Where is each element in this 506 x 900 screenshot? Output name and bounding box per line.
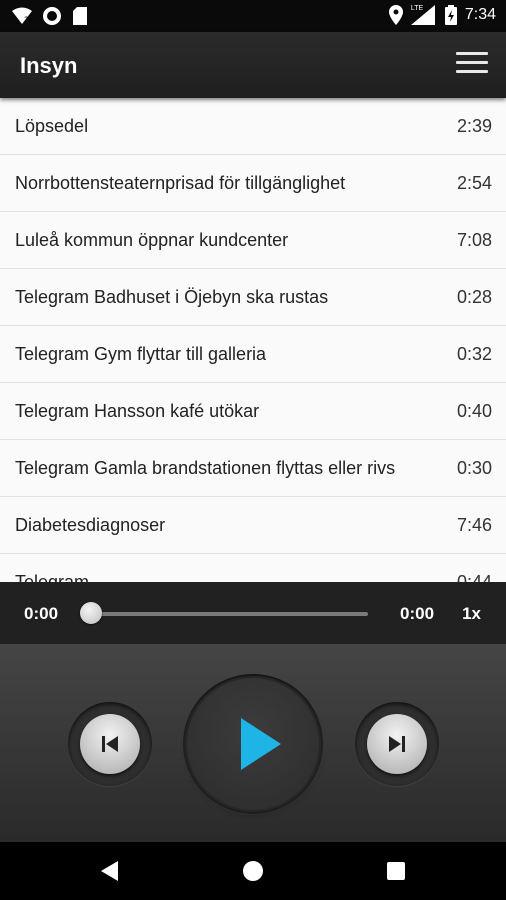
track-list[interactable]: Löpsedel 2:39 Norrbottensteaternprisad f… <box>0 98 506 582</box>
seek-thumb[interactable] <box>80 602 102 624</box>
track-duration: 7:46 <box>456 515 492 535</box>
track-title: Telegram Hansson kafé utökar <box>15 401 260 421</box>
list-item[interactable]: Telegram Hansson kafé utökar 0:40 <box>0 383 506 440</box>
track-duration: 0:28 <box>456 287 492 307</box>
list-item[interactable]: Löpsedel 2:39 <box>0 98 506 155</box>
network-label: LTE <box>410 5 424 12</box>
skip-previous-icon <box>102 736 118 752</box>
elapsed-time: 0:00 <box>24 604 59 623</box>
previous-button[interactable] <box>80 714 140 774</box>
track-duration: 0:30 <box>456 458 492 478</box>
hamburger-menu-icon[interactable] <box>456 52 488 78</box>
svg-text:?: ? <box>24 16 29 25</box>
list-item[interactable]: Telegram ... 0:44 <box>0 554 506 582</box>
track-title: Löpsedel <box>15 116 89 136</box>
track-duration: 0:40 <box>456 401 492 421</box>
track-duration: 0:44 <box>456 572 492 582</box>
track-duration: 2:54 <box>456 173 492 193</box>
list-item[interactable]: Luleå kommun öppnar kundcenter 7:08 <box>0 212 506 269</box>
app-bar: Insyn <box>0 32 506 98</box>
list-item[interactable]: Telegram Gamla brandstationen flyttas el… <box>0 440 506 497</box>
record-icon <box>43 7 61 25</box>
recents-icon[interactable] <box>387 862 405 880</box>
track-title: Diabetesdiagnoser <box>15 515 166 535</box>
battery-icon <box>444 5 457 25</box>
track-title: Telegram Gym flyttar till galleria <box>15 344 267 364</box>
wifi-question-icon: ? <box>12 7 32 25</box>
playback-speed-button[interactable]: 1x <box>462 604 481 624</box>
track-title: Telegram ... <box>15 572 110 582</box>
app-title: Insyn <box>20 53 78 78</box>
system-nav-bar <box>0 842 506 900</box>
next-button[interactable] <box>367 714 427 774</box>
track-duration: 0:32 <box>456 344 492 364</box>
skip-next-icon <box>389 736 405 752</box>
sd-card-icon <box>73 7 87 25</box>
player-controls <box>0 644 506 842</box>
list-item[interactable]: Norrbottensteaternprisad för tillgänglig… <box>0 155 506 212</box>
play-button[interactable] <box>187 678 319 810</box>
seek-bar: 0:00 0:00 1x <box>0 582 506 644</box>
home-icon[interactable] <box>243 861 263 881</box>
track-title: Telegram Gamla brandstationen flyttas el… <box>15 458 396 478</box>
track-title: Luleå kommun öppnar kundcenter <box>15 230 289 250</box>
total-time: 0:00 <box>400 604 435 623</box>
play-icon <box>241 718 281 770</box>
clock: 7:34 <box>464 6 496 23</box>
track-title: Telegram Badhuset i Öjebyn ska rustas <box>15 287 329 307</box>
back-icon[interactable] <box>100 860 120 882</box>
status-bar: ? LTE 7:34 <box>0 0 506 32</box>
list-item[interactable]: Telegram Gym flyttar till galleria 0:32 <box>0 326 506 383</box>
list-item[interactable]: Diabetesdiagnoser 7:46 <box>0 497 506 554</box>
list-item[interactable]: Telegram Badhuset i Öjebyn ska rustas 0:… <box>0 269 506 326</box>
location-icon <box>388 5 403 25</box>
track-title: Norrbottensteaternprisad för tillgänglig… <box>15 173 346 193</box>
seek-track[interactable] <box>92 612 368 616</box>
track-duration: 2:39 <box>456 116 492 136</box>
track-duration: 7:08 <box>456 230 492 250</box>
